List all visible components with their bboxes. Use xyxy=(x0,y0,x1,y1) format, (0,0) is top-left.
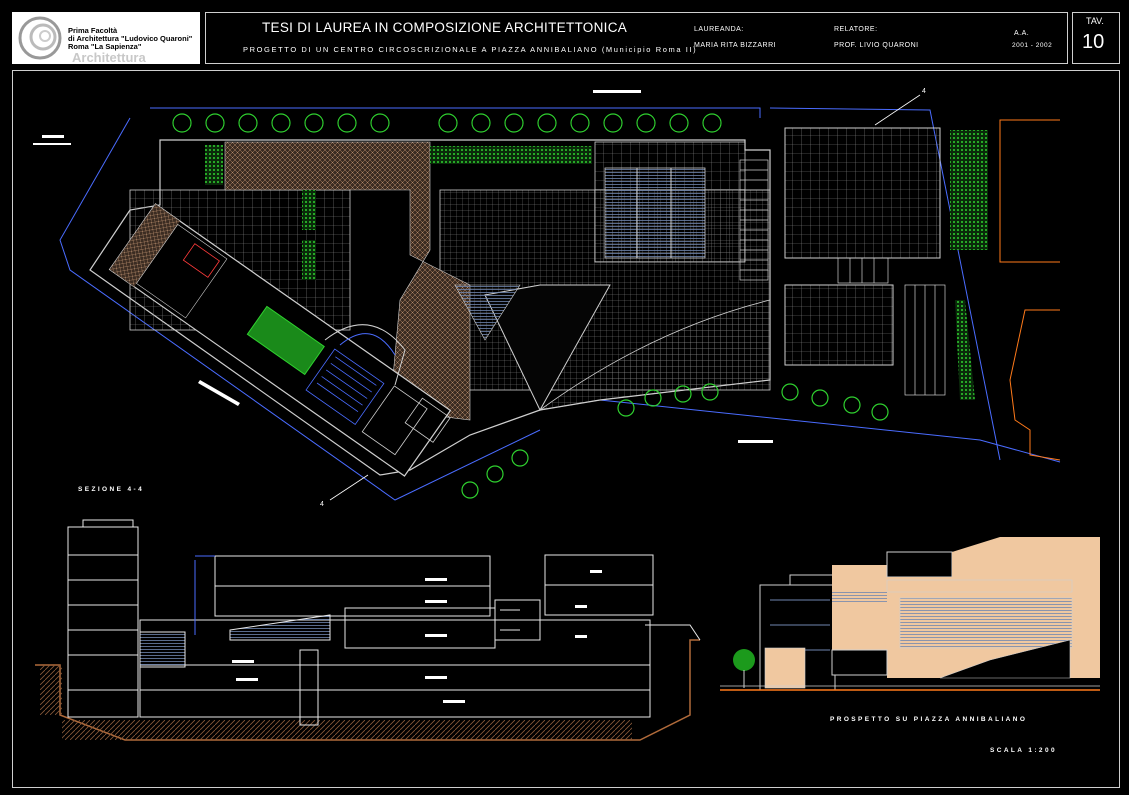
neighbour-outline xyxy=(999,119,1061,461)
section-marker-top: 4 xyxy=(922,88,927,95)
elevation-drawing xyxy=(720,537,1100,691)
section-drawing xyxy=(35,519,701,741)
section-title: SEZIONE 4-4 xyxy=(78,486,145,493)
section-marker-bottom: 4 xyxy=(320,501,325,508)
scale-label: SCALA 1:200 xyxy=(990,747,1057,754)
louvred-roof xyxy=(604,167,706,259)
elevation-title: PROSPETTO SU PIAZZA ANNIBALIANO xyxy=(830,716,1028,723)
elevation-tree-icon xyxy=(733,649,755,671)
tree-row-bottom xyxy=(461,383,889,499)
cad-drawing xyxy=(33,90,1100,741)
tree-row-top xyxy=(172,113,722,133)
